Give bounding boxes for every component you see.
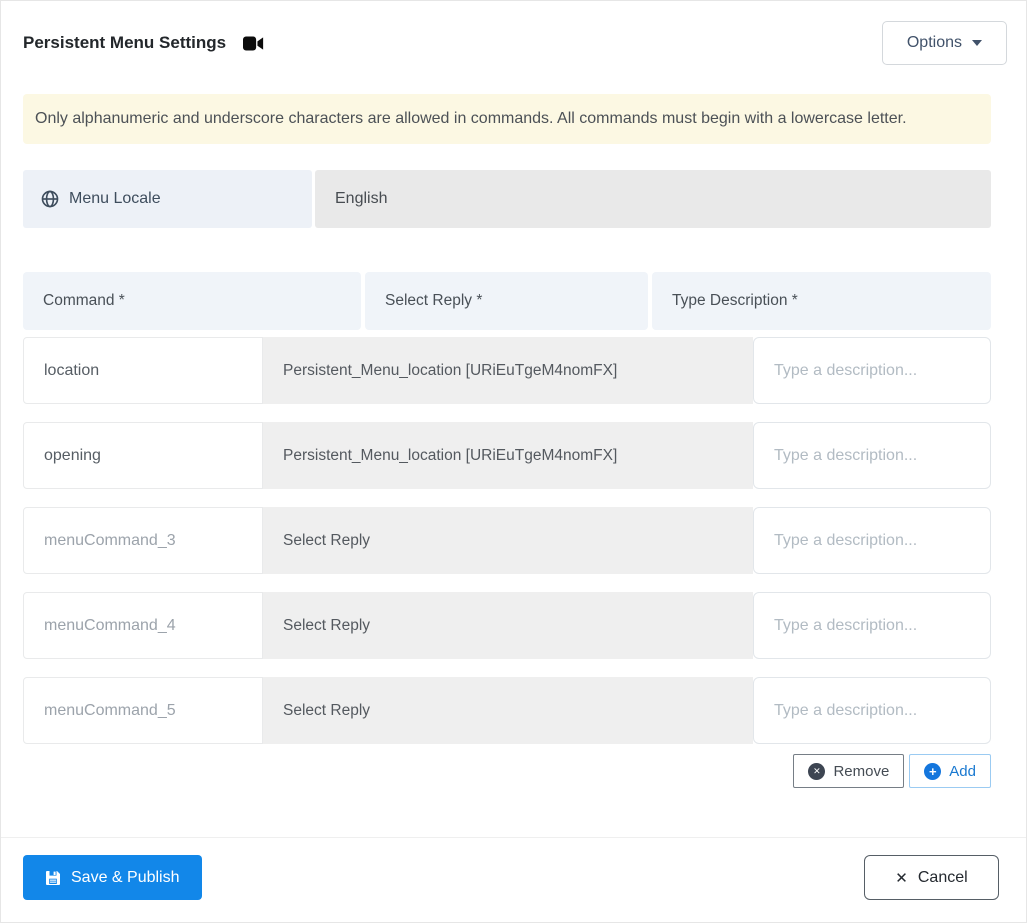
add-button-label: Add (949, 762, 976, 780)
command-row: Select Reply (23, 677, 991, 744)
remove-circle-icon: ✕ (808, 762, 826, 780)
save-icon (45, 870, 61, 886)
panel-footer: Save & Publish ✕ Cancel (1, 837, 1026, 900)
commands-table-body: Persistent_Menu_location [URiEuTgeM4nomF… (23, 337, 991, 744)
add-row-button[interactable]: + Add (909, 754, 991, 788)
command-row: Select Reply (23, 592, 991, 659)
command-row: Persistent_Menu_location [URiEuTgeM4nomF… (23, 337, 991, 404)
description-input[interactable] (753, 677, 991, 744)
reply-select-value: Persistent_Menu_location [URiEuTgeM4nomF… (283, 446, 618, 464)
command-input[interactable] (23, 337, 263, 404)
reply-select[interactable]: Persistent_Menu_location [URiEuTgeM4nomF… (263, 337, 753, 404)
remove-button-label: Remove (833, 762, 890, 780)
cancel-x-icon: ✕ (895, 869, 908, 887)
commands-table-header: Command * Select Reply * Type Descriptio… (23, 272, 991, 330)
cancel-button[interactable]: ✕ Cancel (864, 855, 999, 900)
remove-row-button[interactable]: ✕ Remove (793, 754, 905, 788)
reply-select-value: Select Reply (283, 616, 371, 634)
row-actions: ✕ Remove + Add (23, 754, 991, 788)
reply-select[interactable]: Select Reply (263, 592, 753, 659)
menu-locale-row: Menu Locale English (23, 170, 991, 228)
save-publish-button[interactable]: Save & Publish (23, 855, 202, 900)
cancel-button-label: Cancel (917, 868, 968, 886)
menu-locale-label-cell: Menu Locale (23, 170, 312, 228)
command-row: Persistent_Menu_location [URiEuTgeM4nomF… (23, 422, 991, 489)
command-input[interactable] (23, 677, 263, 744)
reply-select[interactable]: Select Reply (263, 507, 753, 574)
options-button[interactable]: Options (881, 21, 1007, 65)
menu-locale-selected: English (335, 190, 388, 207)
command-rules-alert: Only alphanumeric and underscore charact… (23, 94, 991, 144)
page-title: Persistent Menu Settings (23, 33, 227, 52)
options-button-label: Options (906, 34, 962, 51)
panel-title-group: Persistent Menu Settings (23, 33, 264, 53)
column-header-command: Command * (23, 272, 361, 330)
add-circle-icon: + (924, 762, 942, 780)
panel-header: Persistent Menu Settings Options (1, 1, 1026, 65)
description-input[interactable] (753, 507, 991, 574)
command-row: Select Reply (23, 507, 991, 574)
description-input[interactable] (753, 422, 991, 489)
description-input[interactable] (753, 337, 991, 404)
column-header-select-reply: Select Reply * (365, 272, 648, 330)
persistent-menu-settings-panel: Persistent Menu Settings Options Only al… (0, 0, 1027, 923)
column-header-type-description: Type Description * (652, 272, 991, 330)
command-input[interactable] (23, 422, 263, 489)
alert-text: Only alphanumeric and underscore charact… (35, 110, 907, 127)
reply-select-value: Persistent_Menu_location [URiEuTgeM4nomF… (283, 361, 618, 379)
menu-locale-label: Menu Locale (69, 190, 161, 207)
reply-select-value: Select Reply (283, 531, 371, 549)
menu-locale-value[interactable]: English (315, 170, 991, 228)
video-camera-icon[interactable] (243, 36, 264, 51)
caret-down-icon (972, 40, 982, 46)
globe-icon (41, 190, 59, 208)
reply-select-value: Select Reply (283, 701, 371, 719)
save-publish-label: Save & Publish (71, 868, 180, 886)
reply-select[interactable]: Select Reply (263, 677, 753, 744)
description-input[interactable] (753, 592, 991, 659)
reply-select[interactable]: Persistent_Menu_location [URiEuTgeM4nomF… (263, 422, 753, 489)
command-input[interactable] (23, 507, 263, 574)
command-input[interactable] (23, 592, 263, 659)
